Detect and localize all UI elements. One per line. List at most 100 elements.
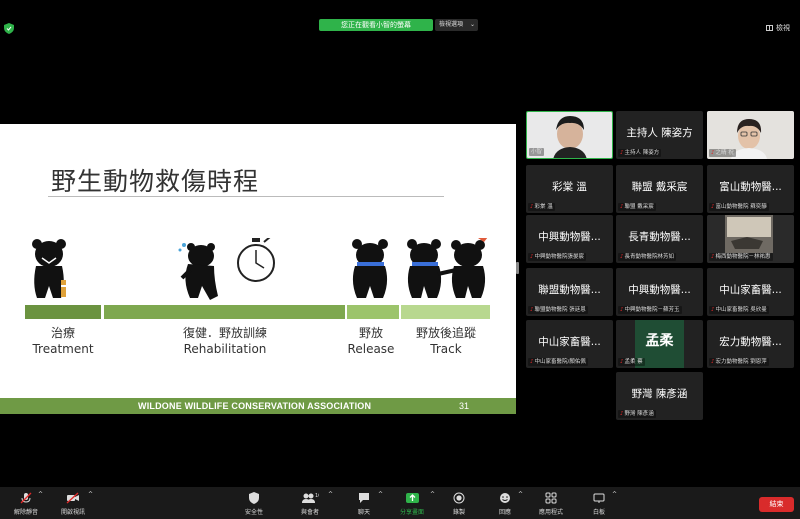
reactions-button[interactable]: 回應 — [494, 492, 516, 516]
apps-button[interactable]: 應用程式 — [536, 492, 566, 516]
start-video-button[interactable]: 開啟視訊 — [57, 492, 89, 516]
chat-button[interactable]: 聊天 — [352, 492, 376, 516]
participant-tile[interactable]: 彩棠 溫 ♪彩棠 溫 — [526, 165, 613, 213]
participant-label-text: 富山動物醫院 蘇奕靜 — [715, 204, 767, 210]
phase-label-zh: 野放後追蹤 — [415, 326, 476, 340]
participant-tile[interactable]: 中興動物醫... ♪中興動物醫院－蘇芳玉 — [616, 268, 703, 316]
tracked-bears-illustration — [407, 238, 488, 298]
view-options-dropdown[interactable]: 檢視選項 ⌄ — [435, 19, 478, 31]
participant-label: ♪聯盟動物醫院 張廷恩 — [528, 306, 588, 314]
participant-label-text: 主持人 陳姿方 — [624, 150, 660, 156]
muted-mic-icon: ♪ — [711, 254, 715, 260]
whiteboard-button[interactable]: 白板 — [588, 492, 610, 516]
muted-mic-icon: ♪ — [620, 359, 624, 365]
gallery-view-icon — [766, 25, 773, 31]
muted-mic-icon: ♪ — [620, 150, 624, 156]
view-button[interactable]: 檢視 — [766, 23, 790, 33]
meeting-toolbar: 解除靜音 ^ 開啟視訊 ^ 安全性 16 與會者 ^ 聊天 ^ 分享畫面 — [0, 487, 800, 519]
participant-label: ♪長青動物醫院林芳如 — [618, 253, 677, 261]
shield-icon[interactable] — [4, 23, 14, 34]
participant-tile[interactable]: 主持人 陳姿方 ♪主持人 陳姿方 — [616, 111, 703, 159]
reactions-label: 回應 — [498, 509, 511, 516]
timeline-bar-track — [401, 305, 490, 319]
chevron-up-icon[interactable]: ^ — [88, 491, 93, 498]
footer-organization-name: WILDONE WILDLIFE CONSERVATION ASSOCIATIO… — [138, 401, 372, 411]
slide-page-number: 31 — [459, 401, 470, 411]
muted-mic-icon: ♪ — [620, 411, 624, 417]
muted-mic-icon: ♪ — [530, 359, 534, 365]
participant-label-text: 聯盟動物醫院 張廷恩 — [534, 307, 586, 313]
timeline-bar-rehabilitation — [104, 305, 345, 319]
view-options-label: 檢視選項 — [439, 21, 464, 28]
chevron-up-icon[interactable]: ^ — [518, 491, 523, 498]
participant-label: ♪中山家畜醫院/顏佑佩 — [528, 358, 588, 366]
apps-icon — [545, 492, 557, 504]
phase-label-en: Track — [430, 342, 462, 356]
unmute-label: 解除靜音 — [13, 509, 38, 516]
muted-mic-icon: ♪ — [711, 204, 715, 210]
chevron-down-icon: ⌄ — [469, 21, 475, 28]
participant-tile[interactable]: 孟柔 ♪孟柔 蔡 — [616, 320, 703, 368]
muted-mic-icon: ♪ — [620, 254, 624, 260]
participant-name: 中興動物醫... — [628, 284, 691, 296]
record-icon — [453, 492, 465, 504]
chevron-up-icon[interactable]: ^ — [612, 491, 617, 498]
participant-label: ♪聯盟 戴采宸 — [618, 203, 656, 211]
participant-label-text: 野灣 陳彥涵 — [624, 411, 654, 417]
participants-count: 16 — [315, 493, 319, 499]
participant-tile[interactable]: ♪之晴 祝 — [707, 111, 794, 159]
participant-tile[interactable]: 中山家畜醫... ♪中山家畜醫院 吳欣曼 — [707, 268, 794, 316]
timeline-bar-treatment — [25, 305, 101, 319]
participant-label-text: 聯盟 戴采宸 — [624, 204, 654, 210]
phase-label-zh: 復健．野放訓練 — [182, 326, 267, 340]
share-screen-button[interactable]: 分享畫面 — [396, 492, 428, 516]
participant-tile[interactable]: 中山家畜醫... ♪中山家畜醫院/顏佑佩 — [526, 320, 613, 368]
participant-label-text: 宏力動物醫院 劉恩萍 — [715, 359, 767, 365]
video-off-icon — [66, 492, 79, 504]
participants-label: 與會者 — [300, 509, 319, 516]
viewing-screen-banner: 您正在觀看小智的螢幕 — [319, 19, 433, 31]
participant-tile[interactable]: 小智 — [526, 111, 613, 159]
participant-tile[interactable]: 中興動物醫... ♪中興動物醫院張晏宸 — [526, 215, 613, 263]
participant-label: ♪富山動物醫院 蘇奕靜 — [709, 203, 769, 211]
released-bear-illustration — [352, 239, 388, 298]
phase-label-zh: 野放 — [358, 326, 383, 340]
share-screen-label: 分享畫面 — [399, 509, 424, 516]
avatar-logo-text: 孟柔 — [645, 333, 674, 349]
participant-tile[interactable]: 宏力動物醫... ♪宏力動物醫院 劉恩萍 — [707, 320, 794, 368]
participant-label-text: 中興動物醫院－蘇芳玉 — [624, 307, 680, 313]
participant-name: 長青動物醫... — [628, 231, 691, 243]
muted-mic-icon: ♪ — [530, 307, 534, 313]
title-divider — [48, 196, 444, 197]
shared-screen-slide: 野生動物救傷時程 治療 Treatment 復健．野放訓練 Rehabilita… — [0, 124, 516, 414]
chevron-up-icon[interactable]: ^ — [38, 491, 43, 498]
participant-tile[interactable]: 野灣 陳彥涵 ♪野灣 陳彥涵 — [616, 372, 703, 420]
participant-label-text: 孟柔 蔡 — [624, 359, 643, 365]
chevron-up-icon[interactable]: ^ — [430, 491, 435, 498]
shield-icon — [249, 492, 259, 504]
security-label: 安全性 — [244, 509, 263, 516]
participant-name: 彩棠 溫 — [552, 181, 587, 193]
participant-tile[interactable]: 長青動物醫... ♪長青動物醫院林芳如 — [616, 215, 703, 263]
chevron-up-icon[interactable]: ^ — [328, 491, 333, 498]
whiteboard-label: 白板 — [592, 509, 605, 516]
participant-tile[interactable]: 聯盟動物醫... ♪聯盟動物醫院 張廷恩 — [526, 268, 613, 316]
muted-mic-icon: ♪ — [620, 204, 624, 210]
participant-label-text: 中興動物醫院張晏宸 — [534, 254, 585, 260]
participant-label-text: 彩棠 溫 — [534, 204, 553, 210]
phase-label-en: Rehabilitation — [183, 342, 267, 356]
chevron-up-icon[interactable]: ^ — [378, 491, 383, 498]
slide-title: 野生動物救傷時程 — [51, 167, 260, 196]
record-button[interactable]: 錄製 — [448, 492, 470, 516]
security-button[interactable]: 安全性 — [240, 492, 268, 516]
participant-label: ♪宏力動物醫院 劉恩萍 — [709, 358, 769, 366]
participant-tile[interactable]: 富山動物醫... ♪富山動物醫院 蘇奕靜 — [707, 165, 794, 213]
participant-label: ♪孟柔 蔡 — [618, 358, 645, 366]
participant-label: ♪之晴 祝 — [709, 149, 736, 157]
panel-resize-handle[interactable] — [516, 262, 519, 274]
participants-button[interactable]: 16 與會者 — [294, 492, 326, 516]
participant-tile[interactable]: 聯盟 戴采宸 ♪聯盟 戴采宸 — [616, 165, 703, 213]
participant-name: 中興動物醫... — [538, 231, 601, 243]
participant-tile[interactable]: ♪梅西動物醫院－林祐惠 — [707, 215, 794, 263]
end-meeting-button[interactable]: 結束 — [759, 497, 794, 512]
